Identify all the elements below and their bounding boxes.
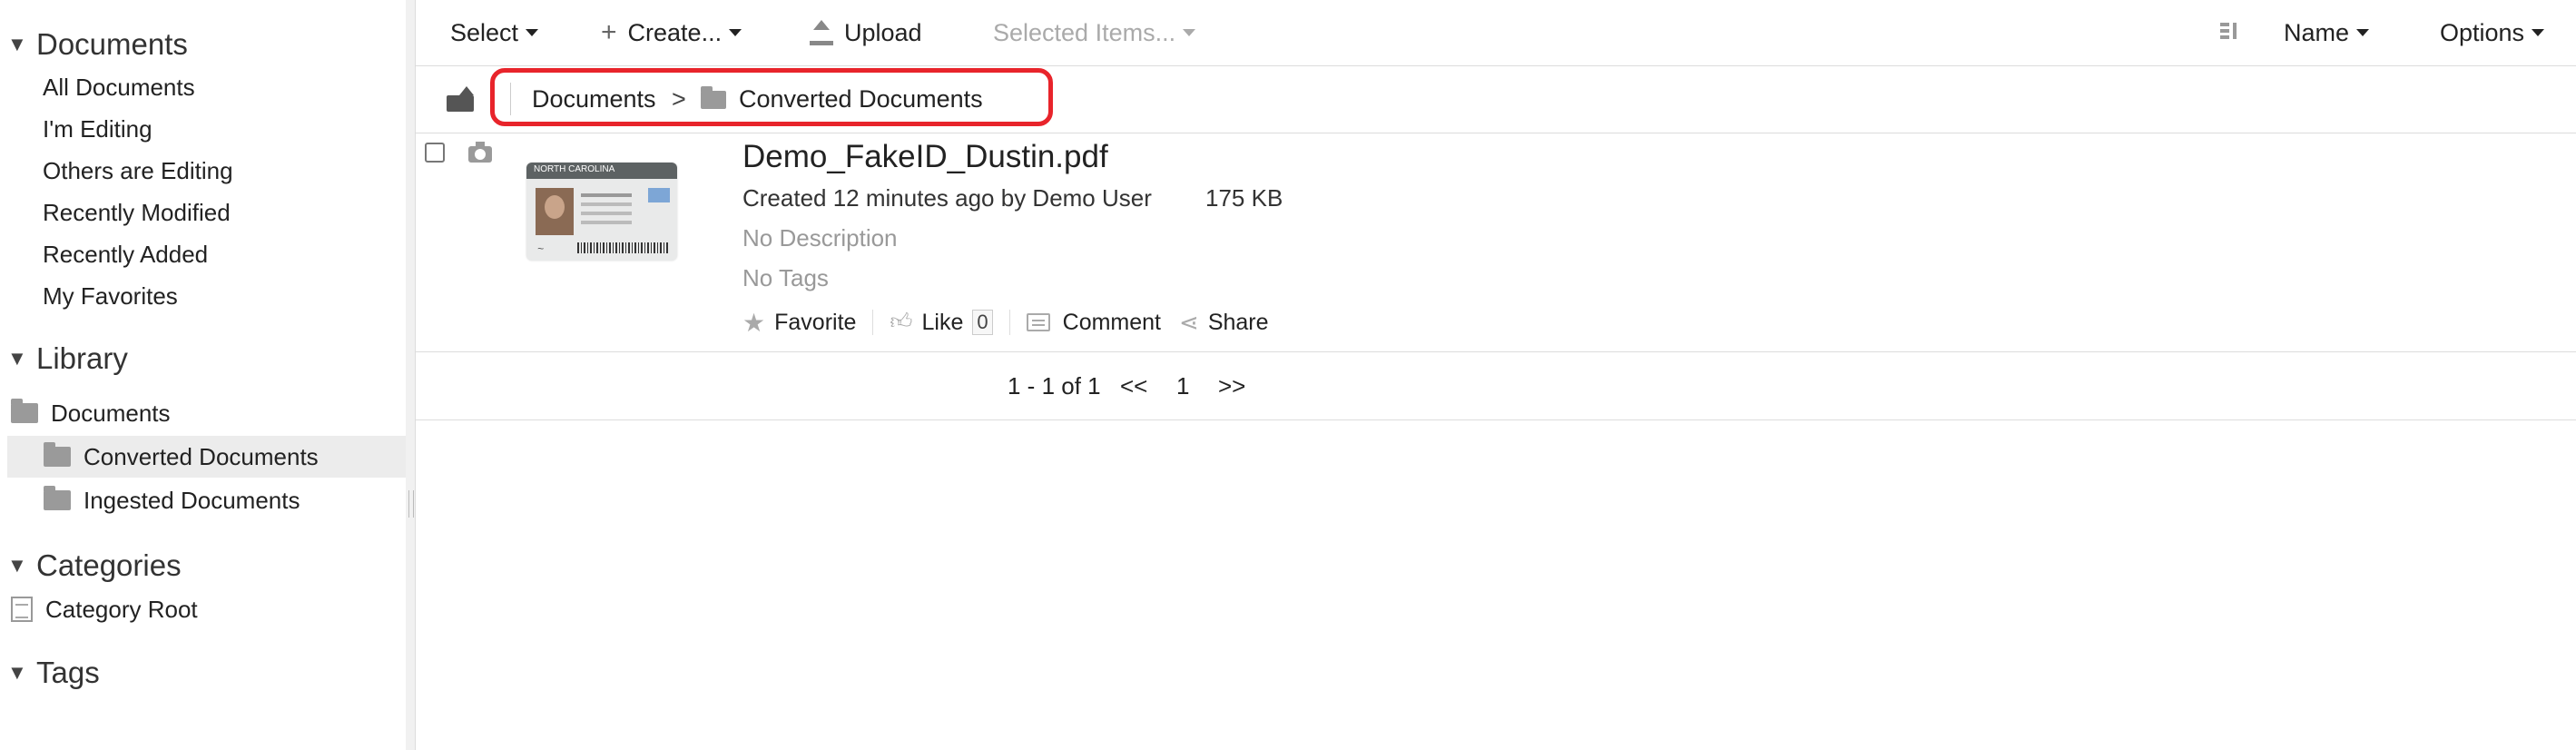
collapse-triangle-icon: ▼ — [7, 661, 27, 684]
collapse-triangle-icon: ▼ — [7, 554, 27, 577]
collapse-triangle-icon: ▼ — [7, 33, 27, 55]
sort-field-label: Name — [2284, 18, 2350, 46]
folder-icon — [44, 442, 71, 467]
folder-icon — [11, 399, 38, 423]
nav-others-editing[interactable]: Others are Editing — [43, 156, 233, 185]
category-icon — [11, 597, 33, 622]
toolbar: Select + Create... Upload Selected Items… — [416, 0, 2576, 66]
options-menu-button[interactable]: Options — [2440, 16, 2545, 49]
action-divider — [1008, 310, 1010, 335]
main-panel: Select + Create... Upload Selected Items… — [416, 0, 2576, 750]
nav-im-editing[interactable]: I'm Editing — [43, 114, 152, 143]
chevron-down-icon — [1183, 29, 1196, 36]
thumbs-up-icon: 👍︎ — [890, 310, 913, 334]
document-actions: ★ Favorite 👍︎ Like 0 Comment ⋖ Share — [742, 306, 1269, 339]
plus-icon: + — [601, 17, 617, 47]
folder-label: Documents — [51, 399, 171, 427]
breadcrumb-separator: > — [672, 85, 686, 113]
sidebar: ▼ Documents All Documents I'm Editing Ot… — [0, 0, 416, 750]
folder-label: Converted Documents — [84, 442, 319, 470]
upload-icon — [810, 20, 833, 45]
favorite-label: Favorite — [774, 309, 857, 335]
like-count: 0 — [972, 310, 993, 335]
document-select-checkbox[interactable] — [425, 143, 445, 163]
sort-descending-icon — [2220, 21, 2242, 44]
document-title-link[interactable]: Demo_FakeID_Dustin.pdf — [742, 139, 1108, 175]
pagination-next-button[interactable]: >> — [1218, 372, 1245, 400]
chevron-down-icon — [729, 29, 742, 36]
sidebar-splitter[interactable] — [406, 0, 416, 750]
upload-label: Upload — [844, 18, 922, 46]
documents-section-title: Documents — [36, 27, 188, 61]
comment-icon — [1026, 313, 1050, 331]
folder-up-icon[interactable] — [447, 86, 476, 112]
favorite-button[interactable]: ★ Favorite — [742, 308, 856, 338]
document-row: NORTH CAROLINA ~ Demo_FakeID_Dustin.pdf … — [416, 133, 2576, 352]
library-folder-documents[interactable]: Documents — [7, 392, 409, 434]
library-section-header[interactable]: ▼ Library — [7, 341, 128, 376]
upload-button[interactable]: Upload — [810, 16, 922, 49]
document-thumbnail[interactable]: NORTH CAROLINA ~ — [526, 163, 677, 261]
selected-items-label: Selected Items... — [993, 18, 1176, 46]
library-section-title: Library — [36, 341, 128, 375]
nav-recently-added[interactable]: Recently Added — [43, 240, 208, 269]
breadcrumb-item-documents[interactable]: Documents — [532, 85, 656, 113]
share-icon: ⋖ — [1179, 308, 1199, 336]
sort-field-menu-button[interactable]: Name — [2284, 16, 2370, 49]
tags-section-header[interactable]: ▼ Tags — [7, 656, 100, 690]
selected-items-menu-button[interactable]: Selected Items... — [993, 16, 1196, 49]
action-divider — [872, 310, 874, 335]
breadcrumb-bar: Documents > Converted Documents — [416, 66, 2576, 133]
library-folder-ingested-documents[interactable]: Ingested Documents — [7, 479, 409, 521]
chevron-down-icon — [2356, 29, 2370, 36]
nav-all-documents[interactable]: All Documents — [43, 73, 195, 102]
breadcrumb-item-converted-documents: Converted Documents — [701, 85, 983, 113]
category-root-item[interactable]: Category Root — [7, 588, 409, 630]
sort-direction-button[interactable] — [2220, 16, 2242, 49]
options-label: Options — [2440, 18, 2525, 46]
breadcrumb-current-label: Converted Documents — [739, 85, 983, 113]
categories-section-header[interactable]: ▼ Categories — [7, 548, 182, 583]
nav-recently-modified[interactable]: Recently Modified — [43, 198, 231, 227]
breadcrumb-divider — [510, 83, 511, 115]
nav-my-favorites[interactable]: My Favorites — [43, 281, 178, 311]
folder-icon — [44, 486, 71, 510]
document-description: No Description — [742, 224, 898, 252]
tags-section-title: Tags — [36, 656, 100, 689]
library-folder-converted-documents[interactable]: Converted Documents — [7, 436, 409, 478]
document-size: 175 KB — [1205, 184, 1283, 212]
folder-label: Ingested Documents — [84, 486, 300, 514]
star-icon: ★ — [742, 308, 766, 337]
thumbnail-header-text: NORTH CAROLINA — [534, 164, 615, 174]
select-label: Select — [450, 18, 519, 46]
chevron-down-icon — [526, 29, 539, 36]
category-root-label: Category Root — [45, 595, 198, 623]
folder-icon — [701, 85, 726, 109]
comment-button[interactable]: Comment — [1026, 309, 1162, 336]
categories-section-title: Categories — [36, 548, 182, 582]
comment-label: Comment — [1062, 309, 1162, 335]
collapse-triangle-icon: ▼ — [7, 347, 27, 370]
share-button[interactable]: ⋖ Share — [1179, 309, 1269, 337]
splitter-grip-icon — [408, 490, 414, 518]
pagination-range: 1 - 1 of 1 — [1008, 372, 1101, 400]
pagination-bar: 1 - 1 of 1 << 1 >> — [416, 352, 2576, 420]
create-label: Create... — [627, 18, 723, 46]
documents-section-header[interactable]: ▼ Documents — [7, 27, 188, 62]
like-button[interactable]: 👍︎ Like 0 — [890, 309, 993, 336]
share-label: Share — [1207, 309, 1269, 335]
chevron-down-icon — [2532, 29, 2545, 36]
like-label: Like — [921, 309, 964, 335]
document-created-info: Created 12 minutes ago by Demo User — [742, 184, 1152, 212]
document-tags: No Tags — [742, 264, 829, 291]
pagination-page-1[interactable]: 1 — [1176, 372, 1189, 400]
pagination-prev-button[interactable]: << — [1120, 372, 1147, 400]
camera-icon — [468, 142, 492, 163]
select-menu-button[interactable]: Select — [450, 16, 539, 49]
create-menu-button[interactable]: + Create... — [601, 16, 742, 49]
